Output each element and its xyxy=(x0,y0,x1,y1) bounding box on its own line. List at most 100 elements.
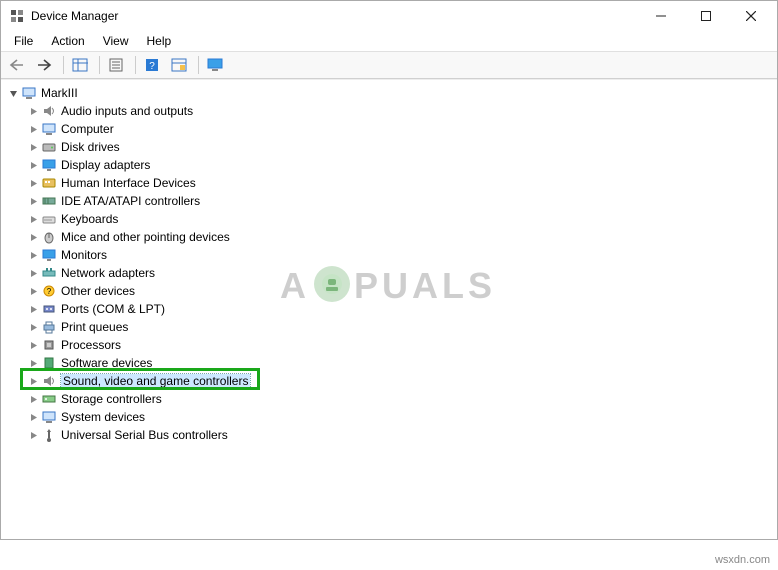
expand-icon[interactable] xyxy=(27,411,39,423)
forward-button[interactable] xyxy=(32,54,56,76)
scan-hardware-button[interactable] xyxy=(167,54,191,76)
source-attribution: wsxdn.com xyxy=(715,554,770,566)
speaker-icon xyxy=(41,103,57,119)
software-icon xyxy=(41,355,57,371)
expand-icon[interactable] xyxy=(27,429,39,441)
window-title: Device Manager xyxy=(31,9,638,23)
system-icon xyxy=(41,409,57,425)
monitor-button[interactable] xyxy=(203,54,227,76)
close-button[interactable] xyxy=(728,2,773,30)
tree-item-label: System devices xyxy=(61,410,145,424)
network-icon xyxy=(41,265,57,281)
tree-item-label: Monitors xyxy=(61,248,107,262)
expand-icon[interactable] xyxy=(27,321,39,333)
expand-icon[interactable] xyxy=(27,267,39,279)
menubar: File Action View Help xyxy=(1,31,777,51)
toolbar-separator xyxy=(63,56,64,74)
tree-item-display-adapters[interactable]: Display adapters xyxy=(25,156,777,174)
storage-icon xyxy=(41,391,57,407)
menu-action[interactable]: Action xyxy=(42,32,93,50)
tree-item-system-devices[interactable]: System devices xyxy=(25,408,777,426)
tree-item-storage-controllers[interactable]: Storage controllers xyxy=(25,390,777,408)
speaker-icon xyxy=(41,373,57,389)
tree-item-mice[interactable]: Mice and other pointing devices xyxy=(25,228,777,246)
tree-item-disk-drives[interactable]: Disk drives xyxy=(25,138,777,156)
expand-icon[interactable] xyxy=(27,357,39,369)
tree-item-label: Universal Serial Bus controllers xyxy=(61,428,228,442)
toolbar-separator xyxy=(99,56,100,74)
tree-item-computer[interactable]: Computer xyxy=(25,120,777,138)
tree-item-network[interactable]: Network adapters xyxy=(25,264,777,282)
printer-icon xyxy=(41,319,57,335)
tree-item-usb[interactable]: Universal Serial Bus controllers xyxy=(25,426,777,444)
tree-item-print-queues[interactable]: Print queues xyxy=(25,318,777,336)
tree-item-label: Computer xyxy=(61,122,114,136)
unknown-icon: ? xyxy=(41,283,57,299)
tree-item-label: Ports (COM & LPT) xyxy=(61,302,165,316)
titlebar: Device Manager xyxy=(1,1,777,31)
expand-icon[interactable] xyxy=(27,195,39,207)
monitor-icon xyxy=(41,247,57,263)
pc-icon xyxy=(41,121,57,137)
collapse-icon[interactable] xyxy=(7,87,19,99)
svg-text:?: ? xyxy=(149,61,155,72)
tree-item-label: Disk drives xyxy=(61,140,120,154)
tree-item-label: Other devices xyxy=(61,284,135,298)
svg-text:?: ? xyxy=(47,287,52,296)
properties-button[interactable] xyxy=(104,54,128,76)
expand-icon[interactable] xyxy=(27,285,39,297)
tree-item-label: Mice and other pointing devices xyxy=(61,230,230,244)
ide-icon xyxy=(41,193,57,209)
tree-item-label: Network adapters xyxy=(61,266,155,280)
expand-icon[interactable] xyxy=(27,105,39,117)
expand-icon[interactable] xyxy=(27,393,39,405)
help-button[interactable]: ? xyxy=(140,54,164,76)
expand-icon[interactable] xyxy=(27,249,39,261)
disk-icon xyxy=(41,139,57,155)
mouse-icon xyxy=(41,229,57,245)
maximize-button[interactable] xyxy=(683,2,728,30)
tree-root-node[interactable]: MarkIII xyxy=(5,84,777,102)
expand-icon[interactable] xyxy=(27,213,39,225)
menu-view[interactable]: View xyxy=(94,32,138,50)
tree-item-monitors[interactable]: Monitors xyxy=(25,246,777,264)
tree-item-keyboards[interactable]: Keyboards xyxy=(25,210,777,228)
usb-icon xyxy=(41,427,57,443)
device-tree[interactable]: MarkIII Audio inputs and outputs Compute… xyxy=(1,79,777,539)
cpu-icon xyxy=(41,337,57,353)
expand-icon[interactable] xyxy=(27,141,39,153)
expand-icon[interactable] xyxy=(27,339,39,351)
show-hide-tree-button[interactable] xyxy=(68,54,92,76)
tree-item-label: Display adapters xyxy=(61,158,150,172)
tree-item-ports[interactable]: Ports (COM & LPT) xyxy=(25,300,777,318)
expand-icon[interactable] xyxy=(27,375,39,387)
expand-icon[interactable] xyxy=(27,177,39,189)
back-button[interactable] xyxy=(5,54,29,76)
tree-item-processors[interactable]: Processors xyxy=(25,336,777,354)
minimize-button[interactable] xyxy=(638,2,683,30)
tree-item-label: Sound, video and game controllers xyxy=(61,374,250,388)
display-icon xyxy=(41,157,57,173)
device-manager-window: Device Manager File Action View Help xyxy=(0,0,778,540)
menu-help[interactable]: Help xyxy=(138,32,181,50)
tree-item-label: Processors xyxy=(61,338,121,352)
port-icon xyxy=(41,301,57,317)
tree-item-other[interactable]: ? Other devices xyxy=(25,282,777,300)
tree-item-hid[interactable]: Human Interface Devices xyxy=(25,174,777,192)
toolbar-separator xyxy=(198,56,199,74)
device-categories: Audio inputs and outputs Computer Disk d… xyxy=(5,102,777,444)
tree-item-label: Print queues xyxy=(61,320,128,334)
window-controls xyxy=(638,2,773,30)
tree-item-ide[interactable]: IDE ATA/ATAPI controllers xyxy=(25,192,777,210)
expand-icon[interactable] xyxy=(27,231,39,243)
expand-icon[interactable] xyxy=(27,159,39,171)
root-label: MarkIII xyxy=(41,86,78,100)
menu-file[interactable]: File xyxy=(5,32,42,50)
expand-icon[interactable] xyxy=(27,303,39,315)
expand-icon[interactable] xyxy=(27,123,39,135)
tree-item-audio-io[interactable]: Audio inputs and outputs xyxy=(25,102,777,120)
tree-item-sound-video-game[interactable]: Sound, video and game controllers xyxy=(25,372,777,390)
tree-item-label: Human Interface Devices xyxy=(61,176,196,190)
tree-item-software-devices[interactable]: Software devices xyxy=(25,354,777,372)
tree-item-label: Keyboards xyxy=(61,212,118,226)
